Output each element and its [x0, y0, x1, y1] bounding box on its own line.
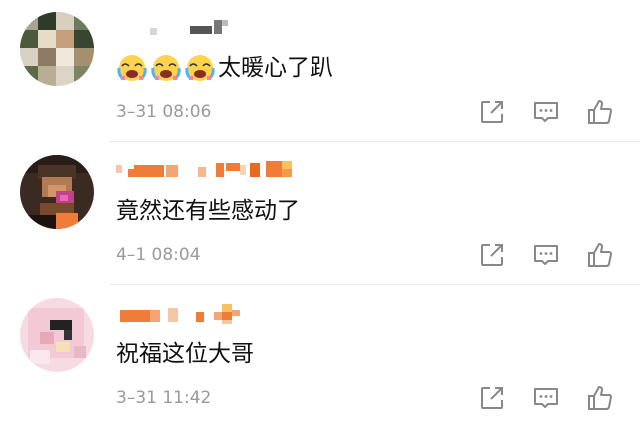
divider: [110, 284, 640, 285]
avatar[interactable]: [20, 155, 94, 229]
comment-item: 祝福这位大哥 3–31 11:42: [0, 286, 640, 427]
thumbs-up-icon: [588, 243, 612, 267]
share-icon: [481, 387, 503, 409]
share-icon: [481, 101, 503, 123]
thumbs-up-icon: [588, 386, 612, 410]
username-blurred[interactable]: [116, 12, 306, 38]
comment-text: 竟然还有些感动了: [116, 195, 300, 227]
reply-button[interactable]: [532, 241, 560, 269]
crying-laughing-face-icon: [116, 52, 148, 84]
comment-text-content: 太暖心了趴: [218, 55, 333, 81]
username-blurred[interactable]: [116, 298, 306, 324]
divider: [110, 141, 640, 142]
comment-timestamp: 3–31 11:42: [116, 388, 212, 408]
comment-timestamp: 4–1 08:04: [116, 245, 201, 265]
reply-button[interactable]: [532, 384, 560, 412]
reply-icon: [534, 245, 558, 265]
reply-button[interactable]: [532, 98, 560, 126]
comment-text: 太暖心了趴: [116, 52, 333, 84]
comment-item: 太暖心了趴 3–31 08:06: [0, 0, 640, 141]
thumbs-up-icon: [588, 100, 612, 124]
avatar[interactable]: [20, 12, 94, 86]
like-button[interactable]: [586, 98, 614, 126]
comment-item: 竟然还有些感动了 4–1 08:04: [0, 143, 640, 284]
share-button[interactable]: [478, 384, 506, 412]
username-blurred[interactable]: [116, 155, 306, 181]
like-button[interactable]: [586, 384, 614, 412]
reply-icon: [534, 102, 558, 122]
crying-laughing-face-icon: [150, 52, 182, 84]
share-button[interactable]: [478, 98, 506, 126]
comment-timestamp: 3–31 08:06: [116, 102, 212, 122]
like-button[interactable]: [586, 241, 614, 269]
reply-icon: [534, 388, 558, 408]
share-button[interactable]: [478, 241, 506, 269]
share-icon: [481, 244, 503, 266]
crying-laughing-face-icon: [184, 52, 216, 84]
comment-text: 祝福这位大哥: [116, 338, 254, 370]
comment-text-content: 竟然还有些感动了: [116, 198, 300, 224]
comment-text-content: 祝福这位大哥: [116, 341, 254, 367]
avatar[interactable]: [20, 298, 94, 372]
